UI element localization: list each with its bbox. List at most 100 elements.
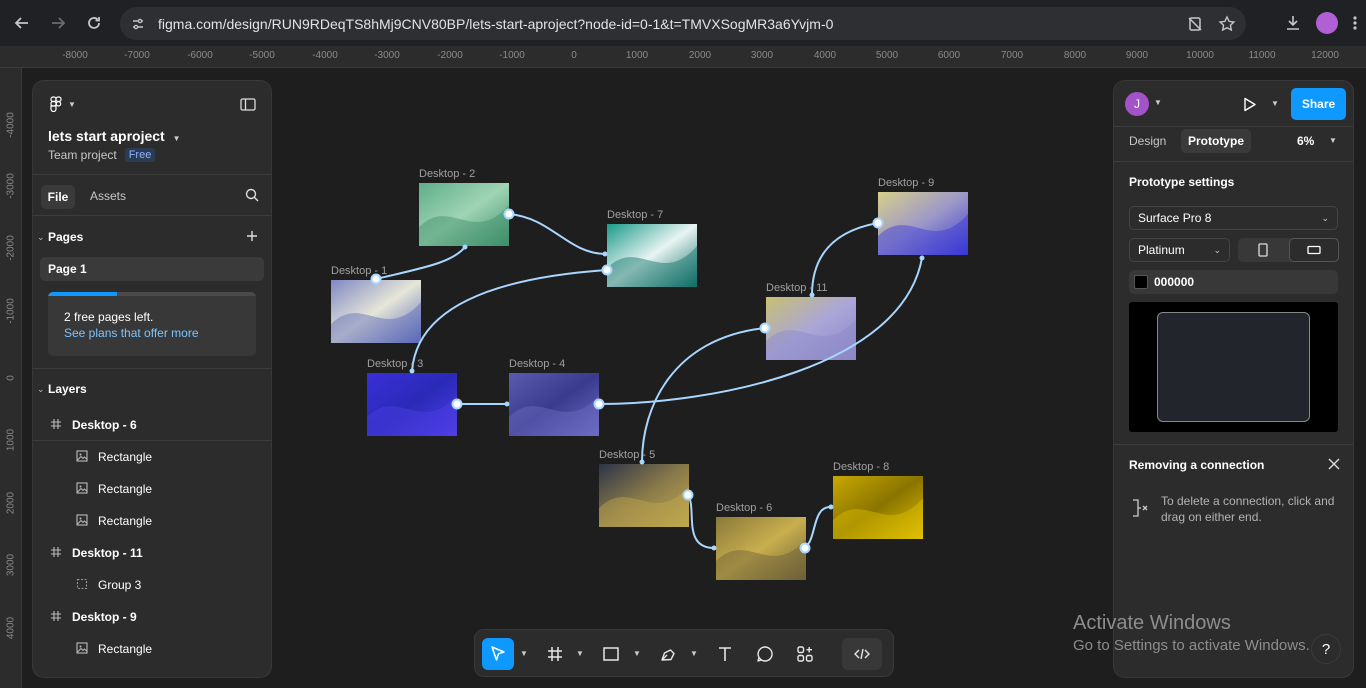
chevron-down-icon[interactable]: ⌄ (37, 232, 45, 243)
layer-row[interactable]: Rectangle (33, 633, 271, 665)
tab-prototype[interactable]: Prototype (1181, 129, 1251, 153)
reload-button[interactable] (76, 5, 112, 41)
layer-row[interactable]: Desktop - 6 (33, 409, 271, 441)
frame-title[interactable]: Desktop - 8 (833, 461, 889, 473)
comment-tool-button[interactable] (752, 638, 778, 670)
file-name[interactable]: lets start aproject ▼ (48, 128, 181, 144)
user-avatar[interactable]: J (1125, 92, 1149, 116)
search-icon[interactable] (245, 188, 259, 202)
device-select[interactable]: Surface Pro 8 ⌄ (1129, 206, 1338, 230)
layer-row[interactable]: Rectangle (33, 441, 271, 473)
tab-assets[interactable]: Assets (90, 189, 126, 203)
connection-handle[interactable] (451, 398, 463, 410)
image-icon (74, 481, 90, 497)
chevron-down-icon[interactable]: ▼ (173, 134, 181, 143)
frame-title[interactable]: Desktop - 9 (878, 177, 934, 189)
prototype-connection[interactable] (375, 246, 466, 280)
chevron-down-icon[interactable]: ▼ (690, 649, 698, 658)
actions-tool-button[interactable] (792, 638, 818, 670)
main-menu-button[interactable]: ▼ (50, 96, 76, 112)
chevron-down-icon[interactable]: ▼ (520, 649, 528, 658)
browser-profile-avatar[interactable] (1316, 12, 1338, 34)
forward-button[interactable] (40, 5, 76, 41)
connection-handle[interactable] (601, 264, 613, 276)
frame-title[interactable]: Desktop - 4 (509, 358, 565, 370)
close-icon[interactable] (1328, 458, 1340, 470)
plan-upsell-card: 2 free pages left. See plans that offer … (48, 292, 256, 356)
layers-title[interactable]: Layers (48, 382, 87, 396)
bookmark-star-icon[interactable] (1218, 14, 1236, 33)
add-page-icon[interactable] (246, 230, 258, 242)
layer-row[interactable]: Rectangle (33, 473, 271, 505)
zoom-level[interactable]: 6% (1297, 134, 1314, 148)
device-preview (1129, 302, 1338, 432)
download-icon[interactable] (1284, 14, 1302, 32)
tab-design[interactable]: Design (1129, 134, 1166, 148)
color-hex-value[interactable]: 000000 (1154, 275, 1194, 289)
no-tracking-icon[interactable] (1186, 15, 1204, 33)
toggle-sidebar-icon[interactable] (240, 98, 256, 111)
frame-title[interactable]: Desktop - 3 (367, 358, 423, 370)
connection-handle[interactable] (682, 489, 694, 501)
team-name[interactable]: Team project (48, 148, 117, 162)
dev-mode-toggle[interactable] (842, 638, 882, 670)
divider (33, 440, 271, 441)
pen-tool-button[interactable] (655, 638, 681, 670)
url-text[interactable]: figma.com/design/RUN9RDeqTS8hMj9CNV80BP/… (158, 16, 833, 32)
connection-handle[interactable] (799, 542, 811, 554)
present-play-icon[interactable] (1243, 97, 1257, 112)
connection-handle[interactable] (593, 398, 605, 410)
pages-usage-fill (48, 292, 117, 296)
color-swatch[interactable] (1134, 275, 1148, 289)
layer-row[interactable]: Group 3 (33, 569, 271, 601)
see-plans-link[interactable]: See plans that offer more (64, 326, 199, 340)
rectangle-tool-button[interactable] (598, 638, 624, 670)
page-item-page-1[interactable]: Page 1 (40, 257, 264, 281)
chevron-down-icon[interactable]: ⌄ (37, 384, 45, 395)
address-bar[interactable]: figma.com/design/RUN9RDeqTS8hMj9CNV80BP/… (120, 7, 1246, 40)
frame-title[interactable]: Desktop - 5 (599, 449, 655, 461)
ruler-tick-label: -3000 (374, 50, 400, 61)
ruler-tick-label: 0 (571, 50, 577, 61)
prototype-connection[interactable] (804, 505, 832, 549)
text-tool-button[interactable] (712, 638, 738, 670)
layer-row[interactable]: Rectangle (33, 505, 271, 537)
landscape-option[interactable] (1289, 238, 1339, 262)
connection-handle[interactable] (759, 322, 771, 334)
prototype-connection[interactable] (687, 494, 715, 549)
portrait-icon[interactable] (1257, 243, 1269, 257)
connection-handle[interactable] (503, 208, 515, 220)
help-button[interactable]: ? (1311, 634, 1341, 664)
frame-title[interactable]: Desktop - 11 (766, 282, 828, 294)
file-name-text[interactable]: lets start aproject (48, 128, 165, 144)
tab-file[interactable]: File (41, 185, 75, 209)
prototype-connection[interactable] (508, 213, 606, 255)
background-color-field[interactable]: 000000 (1129, 270, 1338, 294)
connection-handle[interactable] (872, 217, 884, 229)
model-select[interactable]: Platinum ⌄ (1129, 238, 1230, 262)
share-button[interactable]: Share (1291, 88, 1346, 120)
site-info-icon[interactable] (130, 16, 146, 32)
frame-tool-button[interactable] (542, 638, 568, 670)
ruler-tick-label: 8000 (1063, 50, 1087, 61)
more-vertical-icon[interactable] (1352, 14, 1358, 32)
layer-row[interactable]: Desktop - 11 (33, 537, 271, 569)
chevron-down-icon[interactable]: ▼ (1329, 136, 1337, 145)
chevron-down-icon[interactable]: ▼ (633, 649, 641, 658)
prototype-connection[interactable] (411, 269, 608, 372)
layer-label: Rectangle (98, 642, 153, 656)
frame-title[interactable]: Desktop - 1 (331, 265, 387, 277)
frame-title[interactable]: Desktop - 2 (419, 168, 475, 180)
frame-icon (48, 546, 64, 561)
pen-nib-icon (661, 649, 675, 661)
move-tool-button[interactable] (482, 638, 514, 670)
ruler-tick-label: 0 (5, 375, 17, 381)
layer-row[interactable]: Desktop - 9 (33, 601, 271, 633)
pages-title[interactable]: Pages (48, 230, 83, 244)
frame-title[interactable]: Desktop - 6 (716, 502, 772, 514)
chevron-down-icon[interactable]: ▼ (576, 649, 584, 658)
frame-title[interactable]: Desktop - 7 (607, 209, 663, 221)
back-button[interactable] (4, 5, 40, 41)
chevron-down-icon[interactable]: ▼ (1271, 99, 1279, 108)
chevron-down-icon[interactable]: ▼ (1154, 98, 1162, 107)
